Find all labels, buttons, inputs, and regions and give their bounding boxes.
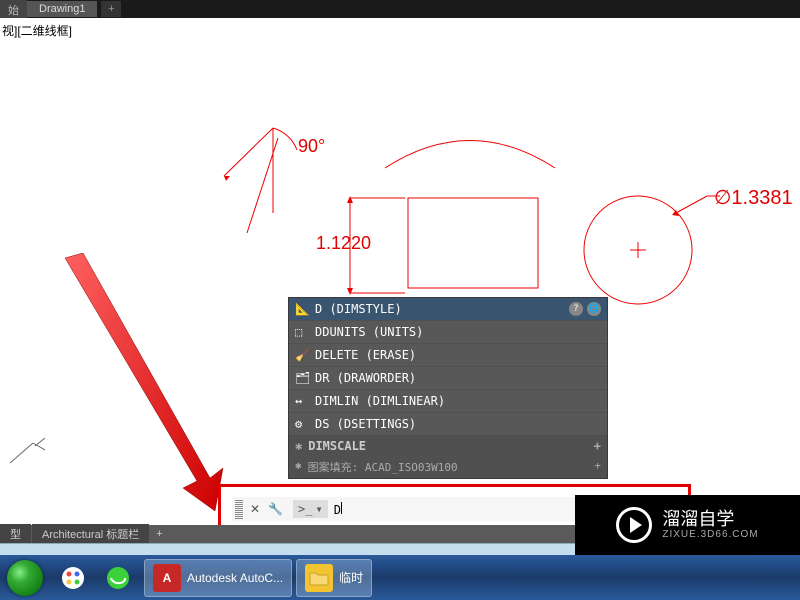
- autocad-icon: A: [153, 564, 181, 592]
- paint-icon: [60, 565, 86, 591]
- gear-icon: ✱: [295, 459, 302, 475]
- erase-icon: 🧹: [295, 348, 309, 362]
- drag-handle[interactable]: [235, 499, 243, 519]
- linear-dimension-text: 1.1220: [316, 233, 371, 254]
- autocomplete-section-hatch[interactable]: ✱ 图案填充: ACAD_ISO03W100 +: [289, 456, 607, 478]
- autocomplete-item-label: DR (DRAWORDER): [315, 371, 416, 385]
- watermark-url: ZIXUE.3D66.COM: [662, 529, 758, 540]
- wrench-icon[interactable]: 🔧: [264, 502, 287, 516]
- ucs-icon: [5, 438, 45, 468]
- watermark-title: 溜溜自学: [662, 510, 758, 530]
- globe-icon[interactable]: 🌐: [587, 302, 601, 316]
- autocomplete-item-draworder[interactable]: 🗂 DR (DRAWORDER): [289, 367, 607, 390]
- tab-add-button[interactable]: +: [101, 1, 121, 17]
- autocomplete-item-delete[interactable]: 🧹 DELETE (ERASE): [289, 344, 607, 367]
- layout-tab-add[interactable]: +: [150, 528, 168, 540]
- autocomplete-item-ddunits[interactable]: ⬚ DDUNITS (UNITS): [289, 321, 607, 344]
- layout-tab-architectural[interactable]: Architectural 标题栏: [32, 524, 149, 544]
- command-autocomplete-popup: 📐 D (DIMSTYLE) ? 🌐 ⬚ DDUNITS (UNITS) 🧹 D…: [288, 297, 608, 479]
- taskbar-app-explorer[interactable]: 临时: [296, 559, 372, 597]
- layout-tab-model[interactable]: 型: [0, 524, 31, 544]
- autocomplete-item-label: DS (DSETTINGS): [315, 417, 416, 431]
- autocomplete-item-label: DIMLIN (DIMLINEAR): [315, 394, 445, 408]
- watermark-overlay: 溜溜自学 ZIXUE.3D66.COM: [575, 495, 800, 555]
- expand-icon[interactable]: +: [594, 459, 601, 475]
- autocomplete-item-label: DELETE (ERASE): [315, 348, 416, 362]
- taskbar-app-autocad[interactable]: A Autodesk AutoC...: [144, 559, 292, 597]
- diameter-dimension-text: ∅1.3381: [714, 185, 793, 210]
- pinned-ie[interactable]: [95, 559, 140, 597]
- windows-taskbar: A Autodesk AutoC... 临时: [0, 555, 800, 600]
- windows-logo-icon: [7, 560, 43, 596]
- autocomplete-item-label: D (DIMSTYLE): [315, 302, 402, 316]
- draworder-icon: 🗂: [295, 371, 309, 385]
- dimlinear-icon: ↔: [295, 394, 309, 408]
- autocomplete-item-dsettings[interactable]: ⚙ DS (DSETTINGS): [289, 413, 607, 436]
- expand-icon[interactable]: +: [594, 439, 601, 453]
- dimstyle-icon: 📐: [295, 302, 309, 316]
- units-icon: ⬚: [295, 325, 309, 339]
- angle-dimension-text: 90°: [298, 136, 325, 157]
- autocomplete-section-label: DIMSCALE: [308, 439, 366, 453]
- taskbar-app-label: Autodesk AutoC...: [187, 571, 283, 585]
- gear-icon: ✱: [295, 439, 302, 453]
- taskbar-app-label: 临时: [339, 569, 363, 586]
- pinned-paint[interactable]: [50, 559, 95, 597]
- tab-partial[interactable]: 始: [0, 0, 27, 18]
- history-dropdown-icon[interactable]: ▾: [315, 502, 322, 516]
- command-prompt-icon: >_ ▾: [293, 500, 328, 518]
- folder-icon: [305, 564, 333, 592]
- autocomplete-hatch-label: 图案填充: ACAD_ISO03W100: [308, 459, 458, 475]
- tab-drawing1[interactable]: Drawing1: [27, 1, 97, 17]
- autocomplete-section-sysvars[interactable]: ✱ DIMSCALE +: [289, 436, 607, 456]
- autocomplete-item-label: DDUNITS (UNITS): [315, 325, 423, 339]
- autocomplete-item-dimstyle[interactable]: 📐 D (DIMSTYLE) ? 🌐: [289, 298, 607, 321]
- help-icon[interactable]: ?: [569, 302, 583, 316]
- start-button[interactable]: [0, 555, 50, 600]
- play-icon: [616, 507, 652, 543]
- autocomplete-item-dimlinear[interactable]: ↔ DIMLIN (DIMLINEAR): [289, 390, 607, 413]
- dsettings-icon: ⚙: [295, 417, 309, 431]
- close-icon[interactable]: ✕: [246, 502, 264, 516]
- document-tab-bar: 始 Drawing1 +: [0, 0, 800, 18]
- ie-icon: [105, 565, 131, 591]
